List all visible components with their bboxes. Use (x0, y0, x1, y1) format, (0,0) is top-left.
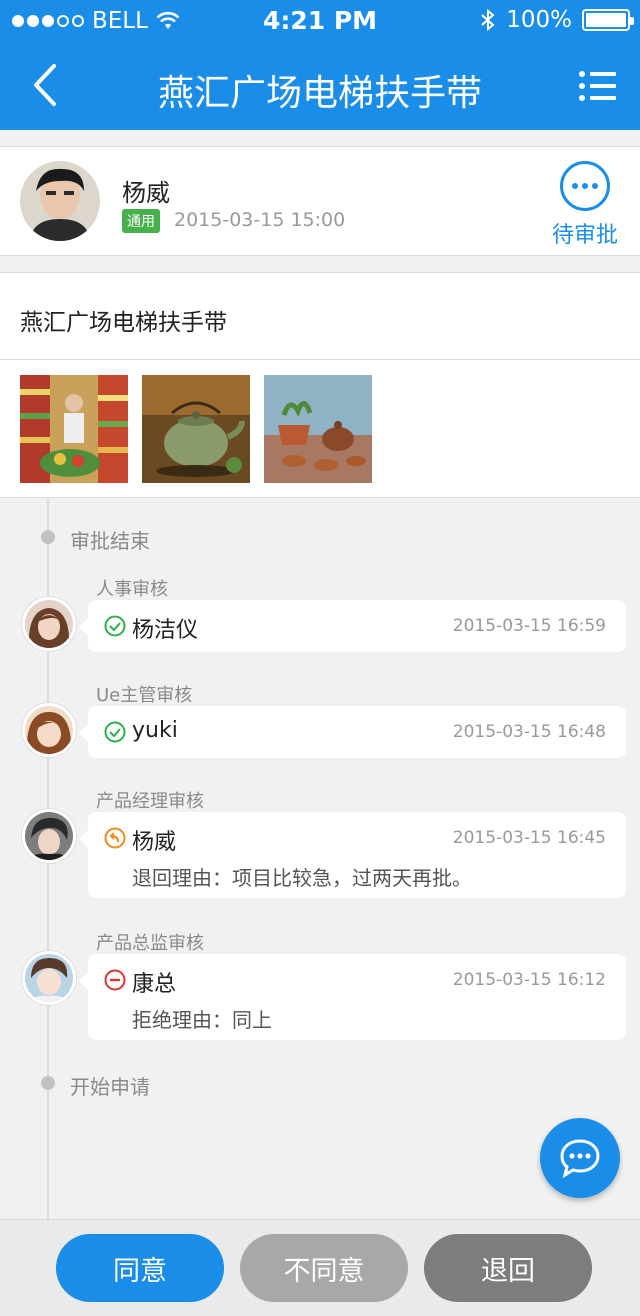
request-title: 燕汇广场电梯扶手带 (20, 310, 227, 336)
avatar[interactable] (22, 703, 76, 757)
list-menu-icon[interactable] (578, 66, 618, 106)
approval-time: 2015-03-15 16:48 (452, 722, 606, 742)
app-header: BELL 4:21 PM 100% 燕汇广场电梯扶手带 (0, 0, 640, 130)
minus-circle-icon (104, 969, 126, 991)
chat-button[interactable] (540, 1118, 620, 1198)
approval-entry[interactable]: 杨洁仪 2015-03-15 16:59 (79, 600, 626, 652)
status-right: 100% (480, 7, 634, 33)
timeline-dot (41, 1076, 55, 1090)
check-circle-icon (104, 721, 126, 743)
status-badge[interactable]: 待审批 (548, 161, 622, 249)
approver-name: yuki (132, 718, 178, 743)
request-card: 燕汇广场电梯扶手带 (0, 272, 640, 498)
timeline-dot (41, 530, 55, 544)
return-reason: 退回理由：项目比较急，过两天再批。 (132, 866, 472, 890)
nav-bar: 燕汇广场电梯扶手带 (0, 42, 640, 130)
step-role: Ue主管审核 (96, 685, 193, 706)
approver-name: 杨洁仪 (132, 618, 199, 643)
chevron-left-icon[interactable] (26, 60, 66, 110)
attachment-thumbnail[interactable] (264, 375, 372, 483)
attachment-thumbnail[interactable] (142, 375, 250, 483)
approval-entry[interactable]: 康总 2015-03-15 16:12 拒绝理由：同上 (79, 954, 626, 1040)
chat-bubble-icon (560, 1139, 600, 1179)
status-bar: BELL 4:21 PM 100% (0, 0, 640, 40)
step-role: 人事审核 (96, 579, 168, 600)
check-circle-icon (104, 615, 126, 637)
more-icon (560, 161, 610, 211)
return-icon (104, 827, 126, 849)
approval-entry[interactable]: 杨威 2015-03-15 16:45 退回理由：项目比较急，过两天再批。 (79, 812, 626, 898)
battery-percent: 100% (506, 7, 572, 33)
reject-reason: 拒绝理由：同上 (132, 1008, 272, 1032)
category-tag: 通用 (122, 209, 160, 233)
approval-entry[interactable]: yuki 2015-03-15 16:48 (79, 706, 626, 758)
approval-time: 2015-03-15 16:12 (452, 970, 606, 990)
agree-button[interactable]: 同意 (56, 1234, 224, 1302)
avatar[interactable] (20, 161, 100, 241)
approver-name: 杨威 (132, 830, 177, 855)
approval-time: 2015-03-15 16:45 (452, 828, 606, 848)
applicant-name: 杨威 (122, 179, 170, 207)
attachment-list (20, 375, 372, 483)
approval-time: 2015-03-15 16:59 (452, 616, 606, 636)
battery-fill (586, 13, 626, 27)
step-role: 产品经理审核 (96, 791, 204, 812)
approval-timeline: 审批结束 人事审核 杨洁仪 2015-03-15 16:59 Ue主管审核 yu… (0, 499, 640, 1219)
page-title: 燕汇广场电梯扶手带 (157, 73, 482, 114)
step-role: 产品总监审核 (96, 933, 204, 954)
avatar[interactable] (22, 951, 76, 1005)
divider (0, 359, 640, 360)
return-button[interactable]: 退回 (424, 1234, 592, 1302)
battery-icon (582, 9, 634, 31)
attachment-thumbnail[interactable] (20, 375, 128, 483)
approver-name: 康总 (132, 972, 177, 997)
applicant-card: 杨威 通用 2015-03-15 15:00 待审批 (0, 146, 640, 256)
action-bar: 同意 不同意 退回 (0, 1219, 640, 1316)
avatar[interactable] (22, 597, 76, 651)
disagree-button[interactable]: 不同意 (240, 1234, 408, 1302)
applicant-time: 2015-03-15 15:00 (174, 209, 346, 231)
bluetooth-icon (481, 8, 495, 32)
status-label: 待审批 (551, 223, 618, 248)
timeline-start-label: 开始申请 (70, 1075, 150, 1099)
timeline-end-label: 审批结束 (70, 529, 150, 553)
avatar[interactable] (22, 809, 76, 863)
